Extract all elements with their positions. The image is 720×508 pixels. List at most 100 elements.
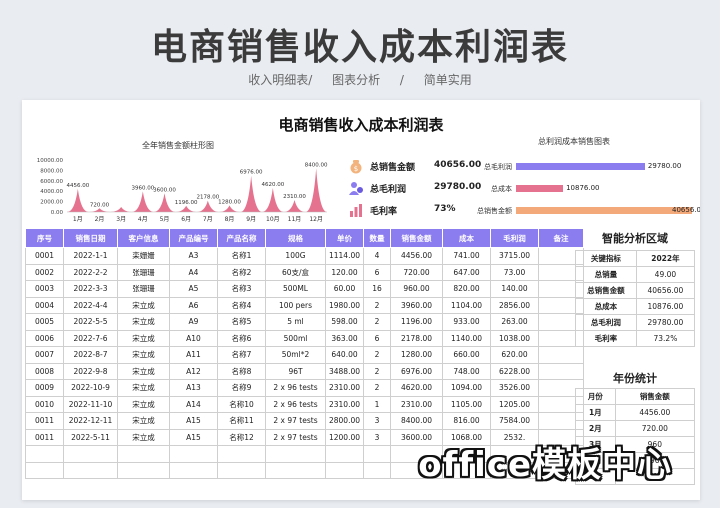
side-cell[interactable]: 2022年 (635, 250, 696, 267)
table-cell[interactable]: 宋立成 (117, 428, 170, 446)
table-cell[interactable]: 3715.00 (490, 247, 539, 265)
table-cell[interactable]: 820.00 (442, 280, 491, 298)
table-cell[interactable]: 2 (363, 296, 391, 314)
table-cell[interactable]: 名称2 (217, 263, 266, 281)
table-cell[interactable]: 0004 (25, 296, 64, 314)
table-cell[interactable]: 2 x 96 tests (265, 379, 326, 397)
table-cell[interactable]: 名称7 (217, 346, 266, 364)
side-cell[interactable]: 10876.00 (635, 298, 696, 315)
table-cell[interactable]: 2022-3-3 (63, 280, 118, 298)
table-cell[interactable]: 宋立成 (117, 346, 170, 364)
table-cell[interactable]: 名称8 (217, 362, 266, 380)
table-cell[interactable]: 2022-12-11 (63, 412, 118, 430)
table-cell[interactable]: 0010 (25, 395, 64, 413)
table-cell[interactable]: 1038.00 (490, 329, 539, 347)
table-cell[interactable]: 2022-2-2 (63, 263, 118, 281)
table-cell[interactable]: 2310.00 (390, 395, 443, 413)
table-cell[interactable]: 2 x 96 tests (265, 395, 326, 413)
table-cell[interactable]: 7584.00 (490, 412, 539, 430)
table-cell[interactable]: 名称5 (217, 313, 266, 331)
table-cell[interactable]: 1140.00 (442, 329, 491, 347)
table-cell[interactable] (265, 445, 326, 463)
table-cell[interactable]: 3960.00 (390, 296, 443, 314)
side-cell[interactable]: 月份 (575, 388, 616, 405)
table-cell[interactable]: 4620.00 (390, 379, 443, 397)
table-cell[interactable]: 0005 (25, 313, 64, 331)
table-cell[interactable]: 960.00 (390, 280, 443, 298)
table-cell[interactable]: 6228.00 (490, 362, 539, 380)
table-cell[interactable]: 1205.00 (490, 395, 539, 413)
table-cell[interactable]: 1104.00 (442, 296, 491, 314)
table-cell[interactable]: 名称6 (217, 329, 266, 347)
side-cell[interactable]: 销售金额 (614, 388, 696, 405)
table-cell[interactable]: 2310.00 (325, 379, 364, 397)
table-cell[interactable]: A4 (169, 263, 218, 281)
side-cell[interactable]: 总销售金额 (575, 282, 637, 299)
table-cell[interactable]: 748.00 (442, 362, 491, 380)
table-cell[interactable]: 0009 (25, 379, 64, 397)
table-cell[interactable] (538, 346, 584, 364)
table-cell[interactable] (169, 445, 218, 463)
table-cell[interactable]: 2022-1-1 (63, 247, 118, 265)
table-cell[interactable]: 1196.00 (390, 313, 443, 331)
table-cell[interactable]: 宋立成 (117, 395, 170, 413)
table-cell[interactable]: 2800.00 (325, 412, 364, 430)
table-cell[interactable]: 1105.00 (442, 395, 491, 413)
side-cell[interactable]: 73.2% (635, 330, 696, 347)
side-cell[interactable]: 总毛利润 (575, 314, 637, 331)
table-cell[interactable]: 宋立成 (117, 329, 170, 347)
table-cell[interactable] (325, 445, 364, 463)
table-cell[interactable]: 720.00 (390, 263, 443, 281)
table-cell[interactable]: A3 (169, 247, 218, 265)
table-cell[interactable]: 1980.00 (325, 296, 364, 314)
table-cell[interactable]: 0001 (25, 247, 64, 265)
table-cell[interactable]: 3 (363, 412, 391, 430)
table-cell[interactable] (363, 445, 391, 463)
table-cell[interactable]: 6 (363, 263, 391, 281)
table-cell[interactable]: 1114.00 (325, 247, 364, 265)
table-cell[interactable]: 100G (265, 247, 326, 265)
table-cell[interactable]: A13 (169, 379, 218, 397)
table-cell[interactable]: 0011 (25, 412, 64, 430)
table-cell[interactable]: 名称10 (217, 395, 266, 413)
table-cell[interactable]: 647.00 (442, 263, 491, 281)
table-cell[interactable]: 5 ml (265, 313, 326, 331)
table-cell[interactable]: 栾姗姗 (117, 247, 170, 265)
table-cell[interactable]: 宋立成 (117, 313, 170, 331)
table-cell[interactable]: 816.00 (442, 412, 491, 430)
table-cell[interactable]: 598.00 (325, 313, 364, 331)
table-cell[interactable]: A6 (169, 296, 218, 314)
table-cell[interactable]: 363.00 (325, 329, 364, 347)
table-cell[interactable]: 2 x 97 tests (265, 428, 326, 446)
table-cell[interactable]: 2 x 97 tests (265, 412, 326, 430)
side-cell[interactable]: 毛利率 (575, 330, 637, 347)
table-cell[interactable]: 640.00 (325, 346, 364, 364)
table-cell[interactable] (63, 445, 118, 463)
table-cell[interactable]: A12 (169, 362, 218, 380)
table-cell[interactable]: 0007 (25, 346, 64, 364)
table-cell[interactable]: 1094.00 (442, 379, 491, 397)
table-cell[interactable]: 2856.00 (490, 296, 539, 314)
table-cell[interactable]: 6 (363, 329, 391, 347)
table-cell[interactable]: 2022-5-5 (63, 313, 118, 331)
table-cell[interactable]: 2178.00 (390, 329, 443, 347)
table-cell[interactable]: 660.00 (442, 346, 491, 364)
table-cell[interactable] (169, 461, 218, 479)
side-cell[interactable]: 1月 (575, 404, 616, 421)
table-cell[interactable]: 名称3 (217, 280, 266, 298)
table-cell[interactable]: 0002 (25, 263, 64, 281)
table-cell[interactable]: 0006 (25, 329, 64, 347)
table-cell[interactable]: A5 (169, 280, 218, 298)
side-cell[interactable]: 总成本 (575, 298, 637, 315)
table-cell[interactable]: 2022-9-8 (63, 362, 118, 380)
side-cell[interactable]: 关键指标 (575, 250, 637, 267)
table-cell[interactable]: 2022-4-4 (63, 296, 118, 314)
table-cell[interactable]: A14 (169, 395, 218, 413)
table-cell[interactable]: 500ML (265, 280, 326, 298)
table-cell[interactable] (117, 445, 170, 463)
table-cell[interactable] (217, 461, 266, 479)
table-cell[interactable]: 73.00 (490, 263, 539, 281)
table-cell[interactable]: 1 (363, 395, 391, 413)
table-cell[interactable]: 933.00 (442, 313, 491, 331)
table-cell[interactable] (265, 461, 326, 479)
